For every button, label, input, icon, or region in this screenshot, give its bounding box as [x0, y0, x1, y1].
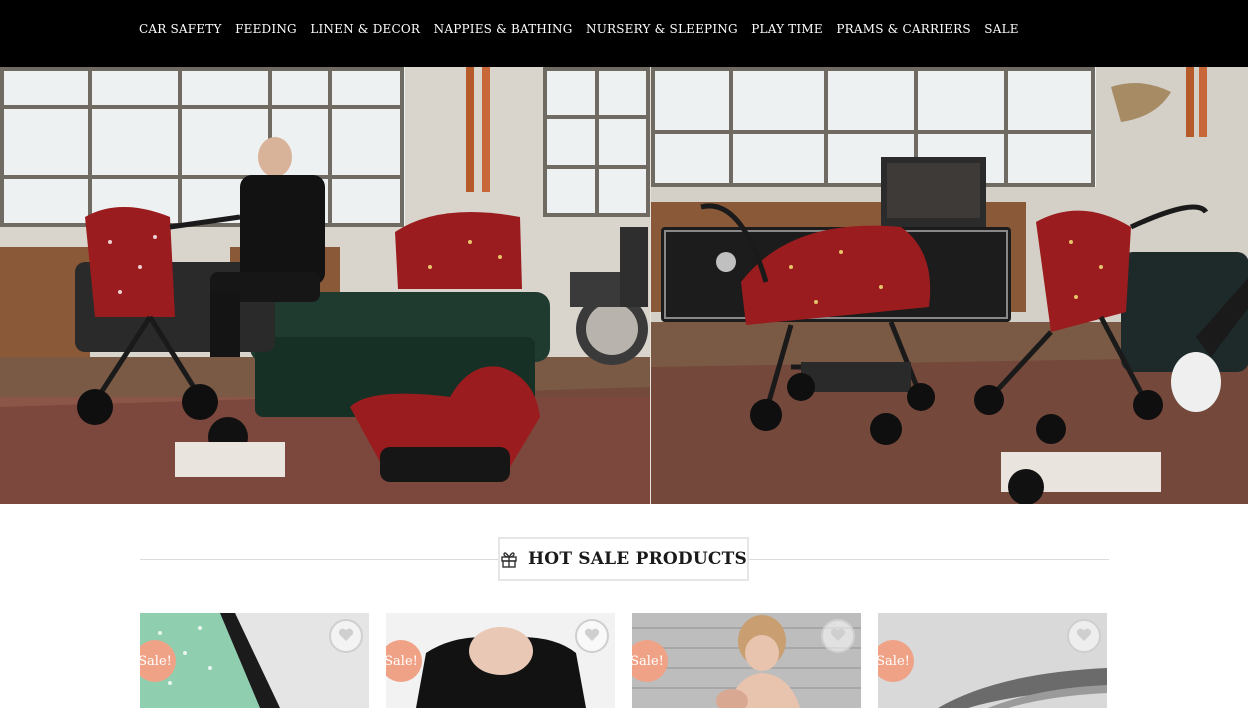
section-title: HOT SALE PRODUCTS: [528, 549, 747, 569]
wishlist-button[interactable]: [821, 619, 855, 653]
gift-icon: [500, 550, 518, 568]
product-card[interactable]: Sale!: [386, 613, 615, 708]
nav-item-nappies-bathing[interactable]: NAPPIES & BATHING: [434, 22, 573, 36]
hero-image-left[interactable]: [0, 67, 650, 504]
wishlist-button[interactable]: [329, 619, 363, 653]
heart-icon: [338, 627, 354, 646]
nav-item-linen-decor[interactable]: LINEN & DECOR: [310, 22, 420, 36]
main-nav: CAR SAFETY FEEDING LINEN & DECOR NAPPIES…: [0, 0, 1248, 67]
product-card[interactable]: Sale!: [140, 613, 369, 708]
hero-image-right[interactable]: [650, 67, 1248, 504]
section-divider-left: [140, 559, 498, 560]
nav-item-feeding[interactable]: FEEDING: [235, 22, 297, 36]
heart-icon: [1076, 627, 1092, 646]
nav-item-prams-carriers[interactable]: PRAMS & CARRIERS: [836, 22, 970, 36]
section-divider-right: [749, 559, 1109, 560]
heart-icon: [584, 627, 600, 646]
nav-menu: CAR SAFETY FEEDING LINEN & DECOR NAPPIES…: [139, 22, 1032, 36]
product-card[interactable]: Sale!: [632, 613, 861, 708]
nav-item-play-time[interactable]: PLAY TIME: [751, 22, 823, 36]
wishlist-button[interactable]: [1067, 619, 1101, 653]
nav-item-car-safety[interactable]: CAR SAFETY: [139, 22, 222, 36]
wishlist-button[interactable]: [575, 619, 609, 653]
product-card[interactable]: Sale!: [878, 613, 1107, 708]
hero-banner[interactable]: [0, 67, 1248, 504]
hot-sale-heading: HOT SALE PRODUCTS: [498, 537, 749, 581]
nav-item-sale[interactable]: SALE: [984, 22, 1018, 36]
heart-icon: [830, 627, 846, 646]
nav-item-nursery-sleeping[interactable]: NURSERY & SLEEPING: [586, 22, 738, 36]
